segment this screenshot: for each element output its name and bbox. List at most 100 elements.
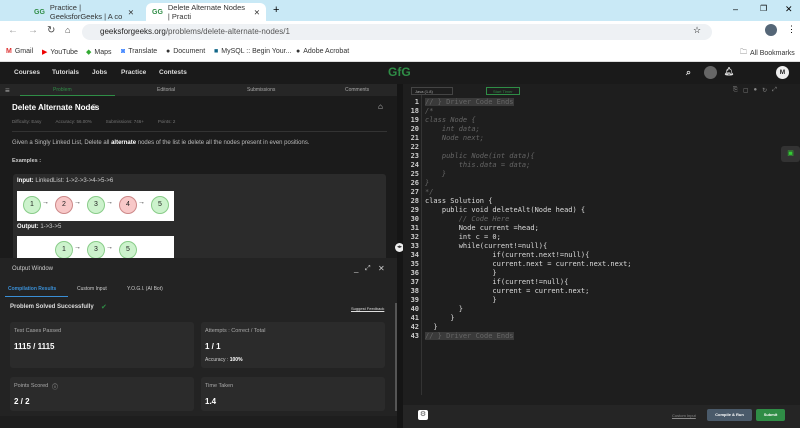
- bookmark-maps[interactable]: ◆ Maps: [86, 48, 112, 57]
- reset-icon[interactable]: ↻: [762, 87, 767, 94]
- reload-icon[interactable]: ↻: [47, 25, 55, 36]
- expand-icon[interactable]: ⤢: [365, 265, 371, 273]
- code-line[interactable]: int data;: [425, 125, 480, 133]
- bookmark-star-icon[interactable]: ☆: [693, 25, 701, 36]
- line-number: 36: [410, 269, 419, 277]
- close-icon[interactable]: ✕: [378, 264, 385, 273]
- code-editor[interactable]: Java (1.8) Start Timer ⎘ ▢ ● ↻ ⤢ 1 // } Drive…: [403, 84, 800, 405]
- home-icon[interactable]: ⌂: [65, 25, 70, 35]
- minimize-icon[interactable]: –: [733, 4, 738, 14]
- url-input[interactable]: geeksforgeeks.org/problems/delete-altern…: [82, 24, 712, 40]
- chat-icon[interactable]: ▣: [781, 146, 800, 162]
- list-node: 3: [87, 241, 105, 259]
- line-number: 30: [410, 215, 419, 223]
- code-line[interactable]: Node current =head;: [425, 224, 539, 232]
- bookmark-adobe[interactable]: ● Adobe Acrobat: [296, 48, 349, 55]
- problem-description: Given a Singly Linked List, Delete all a…: [12, 140, 310, 146]
- bookmark-youtube[interactable]: ▶ YouTube: [42, 48, 78, 57]
- search-icon[interactable]: ⌕: [686, 67, 691, 78]
- code-line[interactable]: // } Driver Code Ends: [425, 332, 514, 340]
- browser-tab[interactable]: GG Practice | GeeksforGeeks | A co ✕: [28, 3, 140, 21]
- code-line[interactable]: int c = 0;: [425, 233, 501, 241]
- close-window-icon[interactable]: ✕: [785, 4, 793, 15]
- compile-run-button[interactable]: Compile & Run: [707, 409, 752, 421]
- code-line[interactable]: */: [425, 188, 433, 196]
- bookmark-document[interactable]: ● Document: [166, 48, 205, 55]
- nav-contests[interactable]: Contests: [159, 69, 187, 76]
- line-number: 22: [410, 143, 419, 151]
- list-node: 2: [55, 196, 73, 214]
- gfg-logo[interactable]: GfG: [388, 65, 411, 79]
- code-line[interactable]: }: [425, 323, 437, 331]
- code-line[interactable]: }: [425, 179, 429, 187]
- code-line[interactable]: this.data = data;: [425, 161, 531, 169]
- code-line[interactable]: }: [425, 305, 463, 313]
- hamburger-icon[interactable]: ≡: [5, 86, 10, 95]
- tab-submissions[interactable]: Submissions: [247, 87, 275, 93]
- code-line[interactable]: if(current!=null){: [425, 278, 568, 286]
- custom-input-link[interactable]: Custom Input: [672, 413, 696, 418]
- bookmark-translate[interactable]: ◙ Translate: [121, 48, 157, 55]
- code-line[interactable]: }: [425, 170, 446, 178]
- nav-tutorials[interactable]: Tutorials: [52, 69, 79, 76]
- restore-icon[interactable]: ❐: [760, 4, 767, 13]
- folder-icon: 🗀: [740, 49, 747, 56]
- nav-practice[interactable]: Practice: [121, 69, 146, 76]
- fullscreen-icon[interactable]: ⤢: [772, 87, 777, 94]
- settings-icon[interactable]: ●: [753, 87, 757, 94]
- line-number: 1: [414, 98, 419, 106]
- code-line[interactable]: /*: [425, 107, 433, 115]
- bell-icon[interactable]: 🔔︎: [724, 67, 734, 76]
- input-diagram: 1 → 2 → 3 → 4 → 5: [17, 191, 174, 221]
- new-tab-icon[interactable]: +: [273, 4, 279, 16]
- bookmark-icon[interactable]: ▯: [92, 103, 96, 111]
- all-bookmarks[interactable]: 🗀 All Bookmarks: [740, 48, 795, 59]
- examples-heading: Examples :: [12, 158, 42, 164]
- code-line[interactable]: while(current!=null){: [425, 242, 548, 250]
- report-icon[interactable]: ⌂: [378, 102, 383, 111]
- theme-toggle-icon[interactable]: [704, 66, 717, 79]
- language-select[interactable]: Java (1.8): [411, 87, 453, 95]
- tests-card: Test Cases Passed 1115 / 1115: [10, 322, 194, 368]
- list-node: 4: [119, 196, 137, 214]
- submit-button[interactable]: Submit: [756, 409, 785, 421]
- start-timer-button[interactable]: Start Timer: [486, 87, 520, 95]
- file-icon[interactable]: ▢: [743, 87, 749, 94]
- nav-courses[interactable]: Courses: [14, 69, 40, 76]
- forward-icon[interactable]: →: [28, 25, 38, 36]
- code-line[interactable]: }: [425, 296, 496, 304]
- code-line[interactable]: public Node(int data){: [425, 152, 535, 160]
- code-line[interactable]: }: [425, 269, 496, 277]
- code-line[interactable]: }: [425, 314, 454, 322]
- close-icon[interactable]: ✕: [128, 8, 134, 17]
- menu-icon[interactable]: ⋮: [787, 24, 796, 35]
- tab-editorial[interactable]: Editorial: [157, 87, 175, 93]
- nav-jobs[interactable]: Jobs: [92, 69, 107, 76]
- copy-icon[interactable]: ⎘: [733, 87, 738, 94]
- tab-compilation-results[interactable]: Compilation Results: [8, 286, 56, 292]
- tab-problem[interactable]: Problem: [53, 87, 72, 93]
- avatar[interactable]: M: [776, 66, 789, 79]
- bookmark-gmail[interactable]: M Gmail: [6, 48, 33, 55]
- code-line[interactable]: public void deleteAlt(Node head) {: [425, 206, 585, 214]
- browser-tab-active[interactable]: GG Delete Alternate Nodes | Practi ✕: [146, 3, 266, 21]
- settings-gear-icon[interactable]: ⚙: [418, 410, 428, 420]
- tab-comments[interactable]: Comments: [345, 87, 369, 93]
- code-line[interactable]: current = current.next;: [425, 287, 589, 295]
- code-line[interactable]: class Solution {: [425, 197, 492, 205]
- tab-custom-input[interactable]: Custom Input: [77, 286, 107, 292]
- close-icon[interactable]: ✕: [254, 8, 260, 17]
- code-line[interactable]: // } Driver Code Ends: [425, 98, 514, 106]
- code-line[interactable]: class Node {: [425, 116, 476, 124]
- code-line[interactable]: Node next;: [425, 134, 484, 142]
- profile-icon[interactable]: [765, 24, 777, 36]
- code-line[interactable]: if(current.next!=null){: [425, 251, 589, 259]
- line-number: 42: [410, 323, 419, 331]
- minimize-icon[interactable]: _: [354, 264, 358, 273]
- code-line[interactable]: current.next = current.next.next;: [425, 260, 631, 268]
- tab-yogi[interactable]: Y.O.G.I. (AI Bot): [127, 286, 163, 292]
- bookmark-mysql[interactable]: ■ MySQL :: Begin Your...: [214, 48, 291, 55]
- back-icon[interactable]: ←: [8, 25, 18, 36]
- suggest-feedback-link[interactable]: Suggest Feedback: [351, 306, 384, 311]
- code-line[interactable]: // Code Here: [425, 215, 510, 223]
